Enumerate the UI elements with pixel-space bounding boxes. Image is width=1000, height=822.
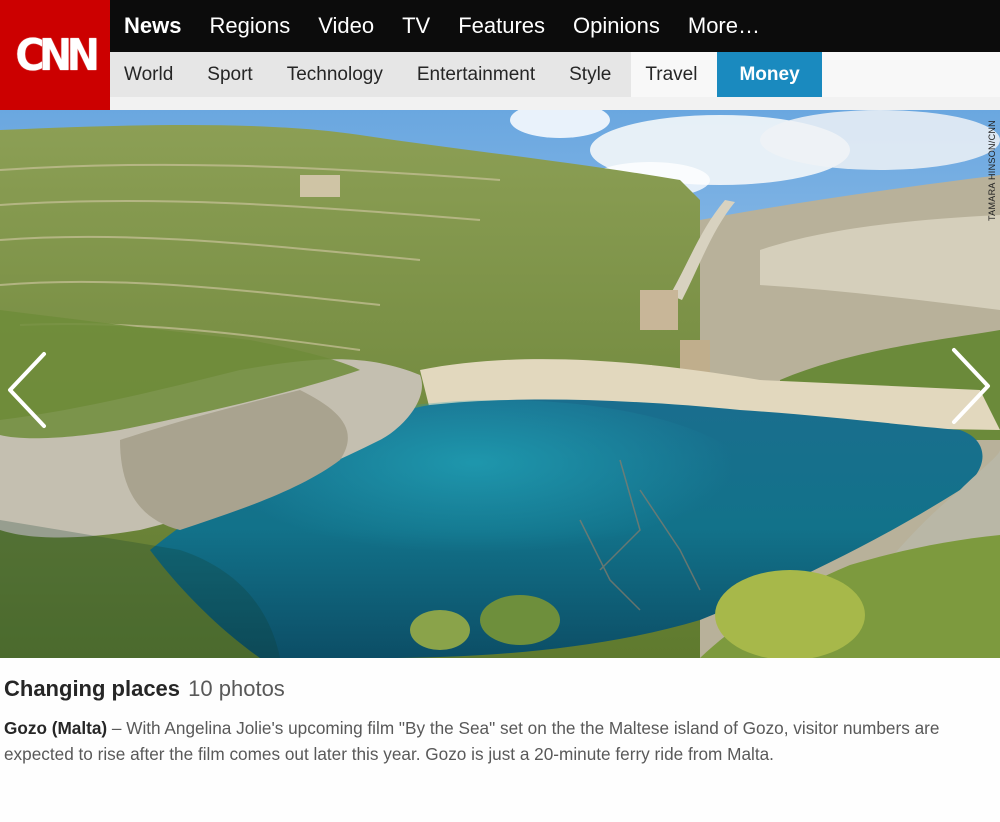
gallery-caption: Changing places 10 photos Gozo (Malta) –… bbox=[0, 658, 1000, 822]
subnav-entertainment[interactable]: Entertainment bbox=[403, 52, 555, 97]
nav-opinions[interactable]: Opinions bbox=[573, 13, 660, 39]
subnav-sport[interactable]: Sport bbox=[193, 52, 272, 97]
top-nav: News Regions Video TV Features Opinions … bbox=[110, 0, 1000, 52]
nav-tv[interactable]: TV bbox=[402, 13, 430, 39]
logo-text: CNN bbox=[15, 29, 100, 81]
chevron-right-icon bbox=[952, 348, 990, 424]
photo-description: Gozo (Malta) – With Angelina Jolie's upc… bbox=[4, 715, 996, 767]
prev-photo-button[interactable] bbox=[4, 350, 48, 430]
nav-video[interactable]: Video bbox=[318, 13, 374, 39]
subnav-style[interactable]: Style bbox=[555, 52, 631, 97]
sub-nav: World Sport Technology Entertainment Sty… bbox=[110, 52, 1000, 97]
gallery-photo[interactable] bbox=[0, 110, 1000, 658]
caption-text: With Angelina Jolie's upcoming film "By … bbox=[4, 718, 940, 764]
photo-location: Gozo (Malta) bbox=[4, 718, 108, 738]
subnav-travel[interactable]: Travel bbox=[631, 52, 718, 97]
subnav-spacer bbox=[821, 52, 1000, 97]
subnav-technology[interactable]: Technology bbox=[273, 52, 403, 97]
subnav-world[interactable]: World bbox=[110, 52, 193, 97]
gallery-heading: Changing places 10 photos bbox=[4, 676, 996, 702]
nav-more[interactable]: More… bbox=[688, 13, 760, 39]
chevron-left-icon bbox=[8, 352, 46, 428]
subnav-money[interactable]: Money bbox=[717, 52, 822, 97]
next-photo-button[interactable] bbox=[950, 346, 994, 426]
photo-credit: TAMARA HINSON/CNN bbox=[987, 120, 997, 221]
caption-dash: – bbox=[107, 718, 127, 738]
nav-regions[interactable]: Regions bbox=[209, 13, 290, 39]
gallery-photo-count: 10 photos bbox=[188, 676, 285, 701]
site-header: CNN News Regions Video TV Features Opini… bbox=[0, 0, 1000, 110]
cove-landscape-image bbox=[0, 110, 1000, 658]
nav-news[interactable]: News bbox=[124, 13, 181, 39]
nav-features[interactable]: Features bbox=[458, 13, 545, 39]
gallery-title: Changing places bbox=[4, 676, 181, 701]
cnn-logo[interactable]: CNN bbox=[0, 0, 110, 110]
